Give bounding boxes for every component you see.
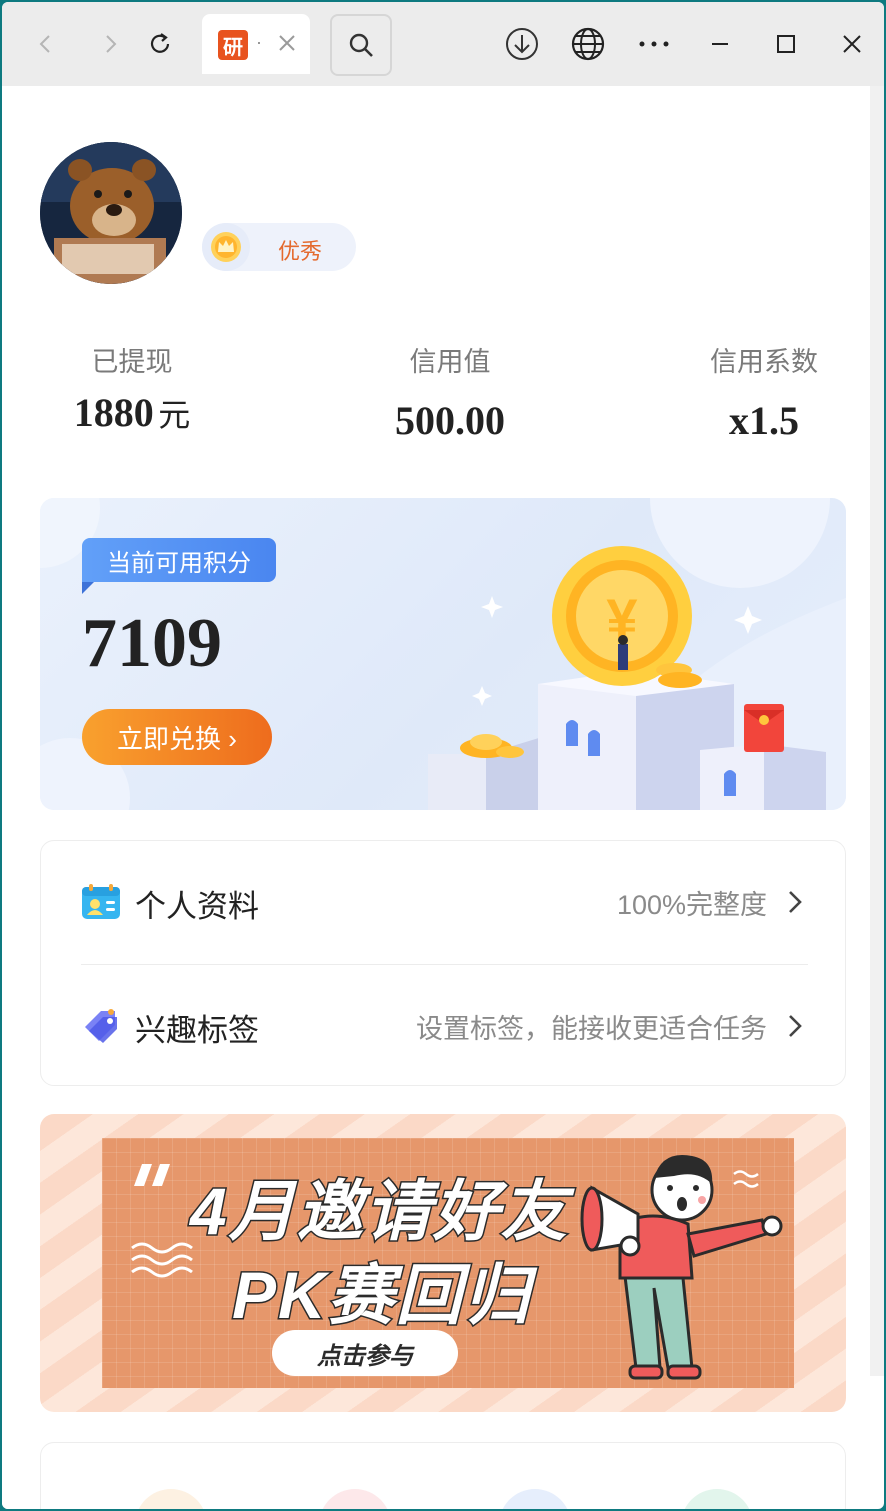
minimize-icon — [712, 43, 728, 45]
tab-close-button[interactable] — [276, 32, 298, 59]
search-button[interactable] — [330, 14, 392, 76]
megaphone-character — [580, 1154, 783, 1380]
bear-avatar-image — [40, 142, 182, 284]
stat-label: 已提现 — [91, 347, 173, 377]
browser-tab[interactable]: 研 · — [202, 14, 310, 74]
translate-button[interactable] — [558, 14, 618, 74]
browser-window: 研 · 优秀 已提现 1880 元 信用值 500.00 信用系数 x1.5 ¥… — [0, 0, 886, 1511]
profile-card-icon — [82, 884, 120, 919]
menu-item-hint: 100%完整度 — [616, 890, 767, 920]
chevron-right-icon — [789, 891, 802, 913]
avatar[interactable] — [40, 142, 182, 284]
stat-value: 500.00 — [395, 398, 505, 443]
shortcut-icon[interactable] — [681, 1489, 753, 1509]
chevron-right-icon — [789, 1015, 802, 1037]
menu-item-interest-tags[interactable]: 兴趣标签 设置标签，能接收更适合任务 — [41, 965, 847, 1087]
stat-unit: 元 — [158, 397, 191, 433]
stat-credit-value: 信用值 500.00 — [370, 340, 530, 444]
close-window-button[interactable] — [822, 14, 882, 74]
download-icon — [506, 28, 538, 60]
reload-button[interactable] — [130, 14, 190, 74]
invite-banner[interactable]: 4月邀请好友 PK赛回归 点击参与 — [40, 1114, 846, 1412]
minimize-button[interactable] — [690, 14, 750, 74]
scrollbar[interactable] — [870, 86, 884, 1376]
level-badge: 优秀 — [202, 223, 356, 271]
banner-join-button[interactable]: 点击参与 — [272, 1330, 458, 1376]
close-icon — [279, 35, 295, 51]
tab-title: · — [256, 32, 262, 52]
chevron-left-icon — [39, 35, 50, 53]
tag-icon — [85, 1009, 117, 1043]
banner-headline: 4月邀请好友 — [189, 1173, 569, 1250]
search-icon — [349, 33, 373, 57]
more-menu-button[interactable] — [624, 14, 684, 74]
points-label: 当前可用积分 — [82, 538, 276, 594]
close-icon — [843, 35, 861, 53]
shortcut-icon[interactable] — [135, 1489, 207, 1509]
stat-withdrawn: 已提现 1880 元 — [52, 340, 212, 436]
downloads-button[interactable] — [492, 14, 552, 74]
banner-subheadline: PK赛回归 — [231, 1257, 532, 1334]
menu-item-hint: 设置标签，能接收更适合任务 — [416, 1014, 767, 1044]
title-bar: 研 · — [2, 2, 884, 86]
points-card: ¥ 当前可用积分 7109 立即兑换 › — [40, 498, 846, 810]
shortcut-grid-card — [40, 1442, 846, 1509]
more-icon — [639, 41, 669, 47]
back-button[interactable] — [16, 14, 76, 74]
stat-value-row: 1880 元 — [52, 389, 212, 436]
menu-item-profile[interactable]: 个人资料 100%完整度 — [41, 841, 847, 963]
stat-credit-factor: 信用系数 x1.5 — [684, 340, 844, 444]
menu-item-title: 兴趣标签 — [135, 1013, 259, 1048]
site-favicon: 研 — [218, 30, 248, 60]
stat-value: 1880 — [73, 390, 154, 435]
crown-icon — [202, 223, 250, 271]
stat-value: x1.5 — [729, 398, 799, 443]
banner-panel: 4月邀请好友 PK赛回归 点击参与 — [102, 1138, 794, 1388]
reload-icon — [150, 33, 170, 53]
points-value: 7109 — [82, 605, 222, 682]
stat-label: 信用系数 — [710, 347, 818, 377]
globe-icon — [571, 27, 605, 61]
shortcut-icon[interactable] — [319, 1489, 391, 1509]
menu-item-title: 个人资料 — [135, 889, 259, 924]
shortcut-icon[interactable] — [499, 1489, 571, 1509]
stat-label: 信用值 — [409, 347, 491, 377]
chevron-right-icon — [106, 35, 117, 53]
maximize-icon — [777, 35, 795, 53]
maximize-button[interactable] — [756, 14, 816, 74]
level-label: 优秀 — [278, 239, 323, 264]
menu-card: 个人资料 100%完整度 兴趣标签 设置标签，能接收更适合任务 — [40, 840, 846, 1086]
redeem-button[interactable]: 立即兑换 › — [82, 709, 272, 765]
page-content: 优秀 已提现 1880 元 信用值 500.00 信用系数 x1.5 ¥ 当前可… — [2, 86, 870, 1509]
